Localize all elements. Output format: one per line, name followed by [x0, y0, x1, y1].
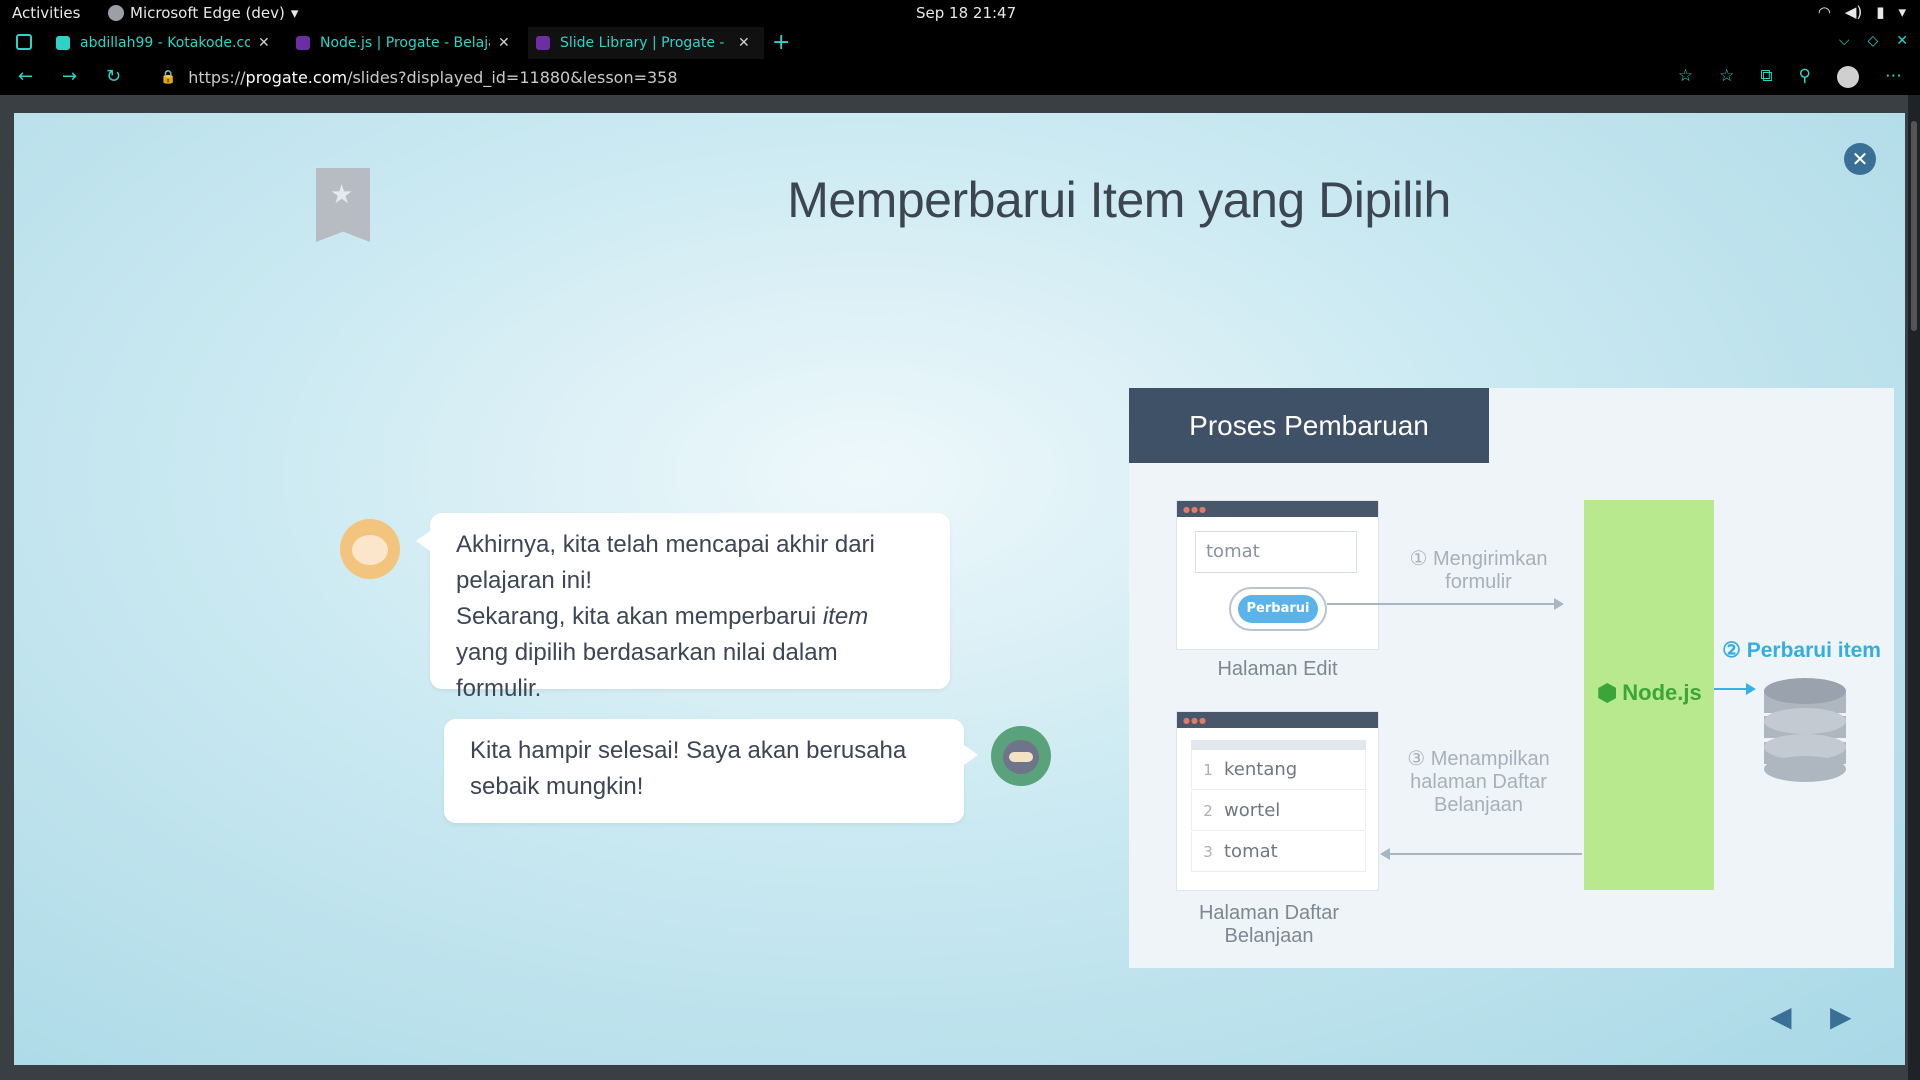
- tab-slide-library[interactable]: Slide Library | Progate - Belajar ✕: [528, 27, 764, 59]
- bubble-line-2-start: Sekarang, kita akan memperbarui: [456, 603, 823, 630]
- update-process-diagram: Proses Pembaruan ●●● tomat Perbarui Hala…: [1129, 388, 1894, 968]
- tab-title: Node.js | Progate - Belajar: [320, 35, 490, 51]
- tab-nodejs-progate[interactable]: Node.js | Progate - Belajar ✕: [296, 27, 510, 59]
- close-tab-icon[interactable]: ✕: [738, 35, 750, 51]
- bubble-line-1: Akhirnya, kita telah mencapai akhir dari…: [456, 531, 875, 594]
- progate-favicon-icon: [296, 36, 310, 50]
- tab-actions-icon[interactable]: [16, 34, 32, 50]
- speech-bubble-ninja: Kita hampir selesai! Saya akan berusaha …: [444, 719, 978, 823]
- progate-favicon-icon: [536, 36, 550, 50]
- close-slide-button[interactable]: ✕: [1844, 143, 1876, 175]
- add-favorite-icon[interactable]: ☆: [1678, 66, 1693, 88]
- collections-icon[interactable]: ⧉: [1760, 66, 1772, 88]
- list-page-caption: Halaman Daftar Belanjaan: [1198, 902, 1340, 947]
- caret-down-icon: ▾: [290, 4, 299, 22]
- step-3-label: ③ Menampilkan halaman Daftar Belanjaan: [1407, 748, 1550, 816]
- tab-search-icon[interactable]: ⌵: [1839, 33, 1850, 49]
- bookmark-icon[interactable]: ★: [316, 168, 370, 242]
- diagram-header: Proses Pembaruan: [1129, 388, 1489, 463]
- page-scrollbar[interactable]: [1908, 95, 1920, 1080]
- window-controls[interactable]: ⌵ ◇ ✕: [1839, 33, 1908, 49]
- bubble-line-2-italic: item: [822, 603, 869, 630]
- previous-slide-icon[interactable]: ◀: [1770, 1000, 1792, 1033]
- arrow-update-item: [1714, 683, 1756, 695]
- system-top-bar: Activities Microsoft Edge (dev) ▾ Sep 18…: [0, 0, 1920, 27]
- bubble2-text: Kita hampir selesai! Saya akan berusaha …: [470, 737, 907, 800]
- url-path: /slides?displayed_id=11880&lesson=358: [347, 67, 678, 87]
- slide-title: Memperbarui Item yang Dipilih: [787, 172, 1451, 228]
- edit-input: tomat: [1195, 531, 1357, 573]
- tab-title: abdillah99 - Kotakode.com: [80, 35, 250, 51]
- list-item: 1 kentang: [1191, 750, 1366, 790]
- minimize-icon[interactable]: ◇: [1867, 33, 1878, 49]
- slide-modal: ★ ✕ Memperbarui Item yang Dipilih Akhirn…: [14, 113, 1905, 1065]
- bubble-line-2-end: yang dipilih berdasarkan nilai dalam for…: [456, 639, 838, 702]
- wifi-icon: ◠: [1817, 3, 1831, 21]
- toolbar-icons: ☆ ☆ ⧉ ⚲ ⋯: [1678, 66, 1902, 88]
- extensions-icon[interactable]: ⚲: [1799, 66, 1811, 88]
- kotakode-favicon-icon: [56, 36, 70, 50]
- favorites-icon[interactable]: ☆: [1719, 66, 1734, 88]
- arrow-show-list: [1380, 848, 1582, 860]
- more-menu-icon[interactable]: ⋯: [1885, 66, 1902, 88]
- tab-kotakode[interactable]: abdillah99 - Kotakode.com ✕: [56, 27, 270, 59]
- refresh-icon[interactable]: ↻: [106, 66, 121, 87]
- edit-page-window: ●●● tomat Perbarui: [1176, 500, 1379, 650]
- close-tab-icon[interactable]: ✕: [258, 35, 270, 51]
- sheep-avatar: [340, 519, 400, 579]
- list-item: 3 tomat: [1191, 832, 1366, 872]
- url-field[interactable]: 🔒 https://progate.com/slides?displayed_i…: [145, 64, 1675, 90]
- profile-avatar-icon[interactable]: [1837, 66, 1859, 88]
- url-host: progate.com: [245, 67, 348, 87]
- system-tray[interactable]: ◠ ◀) ▮ ▾: [1818, 3, 1906, 21]
- speech-bubble-sheep: Akhirnya, kita telah mencapai akhir dari…: [416, 513, 950, 702]
- star-icon: ★: [330, 180, 354, 210]
- perbarui-button: Perbarui: [1229, 587, 1327, 631]
- app-name: Microsoft Edge (dev): [130, 4, 285, 22]
- battery-icon: ▮: [1876, 3, 1885, 21]
- activities-button[interactable]: Activities: [12, 4, 80, 22]
- page-viewport: ★ ✕ Memperbarui Item yang Dipilih Akhirn…: [0, 95, 1920, 1080]
- list-page-window: ●●● 1 kentang 2 wortel 3 tomat: [1176, 711, 1379, 891]
- nodejs-server-box: Node.js: [1584, 500, 1714, 890]
- new-tab-button[interactable]: +: [772, 30, 790, 55]
- nodejs-logo-icon: [1598, 683, 1617, 703]
- clock[interactable]: Sep 18 21:47: [916, 4, 1016, 22]
- arrow-submit-form: [1327, 598, 1564, 610]
- step-2-label: ② Perbarui item: [1722, 639, 1881, 662]
- close-tab-icon[interactable]: ✕: [498, 35, 510, 51]
- edge-app-icon: [108, 5, 124, 21]
- step-1-label: ① Mengirimkan formulir: [1409, 548, 1548, 593]
- app-menu[interactable]: Microsoft Edge (dev) ▾: [108, 4, 298, 22]
- forward-icon[interactable]: →: [62, 66, 77, 87]
- tab-title: Slide Library | Progate - Belajar: [560, 35, 730, 51]
- edit-page-caption: Halaman Edit: [1217, 658, 1338, 680]
- ninja-avatar: [991, 726, 1051, 786]
- close-window-icon[interactable]: ✕: [1896, 33, 1908, 49]
- next-slide-icon[interactable]: ▶: [1830, 1000, 1852, 1033]
- list-item: 2 wortel: [1191, 791, 1366, 831]
- database-icon: [1764, 678, 1846, 782]
- back-icon[interactable]: ←: [18, 66, 33, 87]
- address-bar-row: ← → ↻ 🔒 https://progate.com/slides?displ…: [0, 59, 1920, 95]
- url-prefix: https://: [188, 67, 246, 87]
- lock-icon: 🔒: [160, 69, 177, 85]
- volume-icon: ◀): [1844, 3, 1863, 21]
- nodejs-label: Node.js: [1592, 680, 1708, 706]
- chevron-down-icon: ▾: [1898, 3, 1906, 21]
- tab-strip: abdillah99 - Kotakode.com ✕ Node.js | Pr…: [0, 27, 1920, 59]
